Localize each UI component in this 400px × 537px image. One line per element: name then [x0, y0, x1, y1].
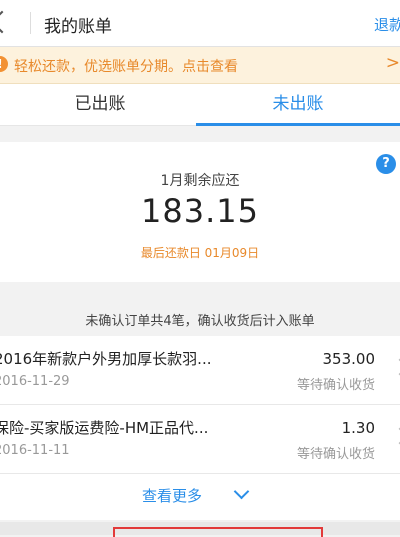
- chevron-right-icon: [391, 358, 400, 376]
- view-more-button[interactable]: 查看更多: [0, 474, 400, 520]
- order-list: 2016年新款户外男加厚长款羽... 2016-11-29 353.00 等待确…: [0, 336, 400, 474]
- order-amount: 353.00: [322, 350, 376, 368]
- list-item[interactable]: 2016年新款户外男加厚长款羽... 2016-11-29 353.00 等待确…: [0, 336, 400, 405]
- summary-label: 1月剩余应还: [160, 173, 240, 189]
- bill-tabs: 已出账 未出账: [0, 84, 400, 126]
- back-arrow-icon[interactable]: [0, 10, 14, 34]
- order-date: 2016-11-29: [0, 374, 70, 389]
- bill-summary-card: ? 1月剩余应还 183.15 最后还款日 01月09日: [0, 142, 400, 282]
- installment-notice[interactable]: ! 轻松还款，优选账单分期。点击查看 >: [0, 47, 400, 84]
- order-status: 等待确认收货: [296, 447, 375, 462]
- header-divider: [30, 12, 31, 34]
- header-bar: 我的账单 退款: [0, 0, 400, 47]
- order-status: 等待确认收货: [296, 378, 375, 393]
- tab-active-indicator: [196, 123, 400, 126]
- refund-link[interactable]: 退款: [374, 14, 400, 35]
- exclamation-icon: !: [0, 56, 8, 72]
- tab-unbilled[interactable]: 未出账: [196, 84, 400, 125]
- summary-amount: 183.15: [141, 192, 259, 230]
- order-date: 2016-11-11: [0, 443, 70, 458]
- unconfirmed-orders-note: 未确认订单共4笔，确认收货后计入账单: [85, 314, 315, 329]
- chevron-right-icon: [391, 427, 400, 445]
- notice-chevron-icon: >: [385, 53, 400, 73]
- tab-billed[interactable]: 已出账: [0, 84, 200, 125]
- order-title: 保险-买家版运费险-HM正品代...: [0, 419, 209, 437]
- order-title: 2016年新款户外男加厚长款羽...: [0, 350, 212, 368]
- highlight-outline: [113, 527, 323, 537]
- notice-text: 轻松还款，优选账单分期。点击查看: [14, 59, 238, 75]
- chevron-down-icon: [233, 483, 250, 500]
- order-amount: 1.30: [341, 419, 375, 437]
- view-more-label: 查看更多: [142, 487, 203, 505]
- due-date-text: 最后还款日 01月09日: [140, 246, 260, 260]
- page-title: 我的账单: [44, 17, 112, 37]
- list-item[interactable]: 保险-买家版运费险-HM正品代... 2016-11-11 1.30 等待确认收…: [0, 405, 400, 474]
